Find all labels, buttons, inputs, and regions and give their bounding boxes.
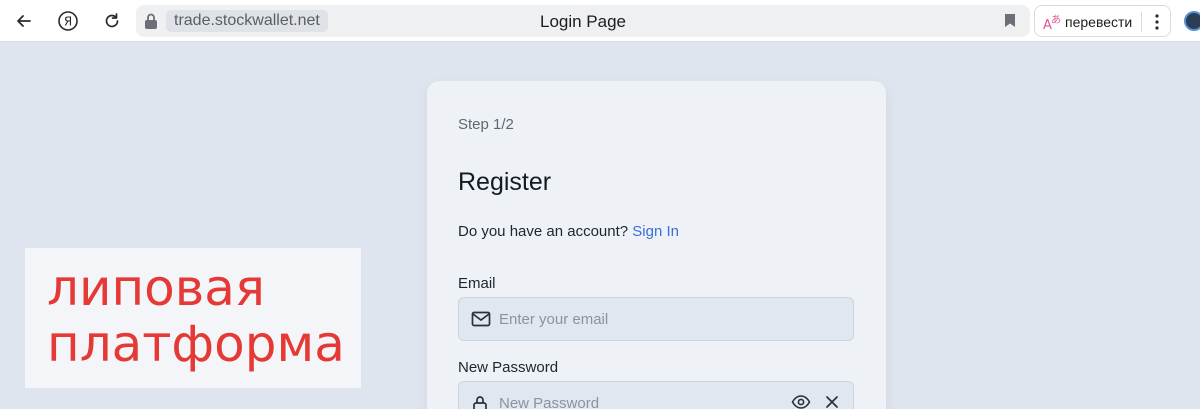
password-field[interactable]	[499, 382, 779, 409]
account-prompt: Do you have an account? Sign In	[458, 223, 679, 240]
svg-text:Я: Я	[64, 15, 72, 29]
email-field-wrapper[interactable]	[458, 297, 854, 341]
close-icon[interactable]	[825, 395, 839, 409]
yandex-logo-icon: Я	[58, 11, 78, 31]
arrow-left-icon	[17, 15, 31, 27]
email-field[interactable]	[499, 298, 779, 340]
email-label: Email	[458, 275, 496, 292]
form-heading: Register	[458, 168, 552, 196]
back-button[interactable]	[10, 7, 38, 35]
translate-divider	[1141, 12, 1142, 32]
browser-toolbar: Я trade.stockwallet.net Login Page Aあ пе…	[0, 0, 1200, 42]
globe-icon[interactable]	[1184, 11, 1200, 31]
sign-in-link[interactable]: Sign In	[632, 223, 679, 240]
more-options-button[interactable]	[1148, 11, 1166, 33]
lock-icon	[473, 396, 487, 409]
eye-icon[interactable]	[791, 394, 811, 409]
vertical-dots-icon	[1155, 14, 1159, 30]
bookmark-icon[interactable]	[1004, 13, 1016, 28]
translate-widget[interactable]: Aあ перевести	[1034, 5, 1171, 37]
yandex-button[interactable]: Я	[54, 7, 82, 35]
page-title: Login Page	[539, 12, 627, 31]
translate-label[interactable]: перевести	[1065, 14, 1132, 30]
translate-icon: Aあ	[1043, 14, 1061, 31]
overlay-stamp: липовая платформа	[25, 248, 361, 388]
reload-icon	[105, 13, 119, 28]
overlay-text: липовая платформа	[47, 259, 345, 373]
mail-icon	[471, 311, 491, 327]
password-label: New Password	[458, 359, 559, 376]
password-field-wrapper[interactable]	[458, 381, 854, 409]
reload-button[interactable]	[98, 7, 126, 35]
svg-text:あ: あ	[1051, 14, 1061, 26]
step-indicator: Step 1/2	[458, 116, 514, 133]
account-prompt-text: Do you have an account?	[458, 223, 629, 240]
address-bar[interactable]: trade.stockwallet.net Login Page	[136, 5, 1030, 37]
register-card: Step 1/2 Register Do you have an account…	[427, 81, 886, 409]
